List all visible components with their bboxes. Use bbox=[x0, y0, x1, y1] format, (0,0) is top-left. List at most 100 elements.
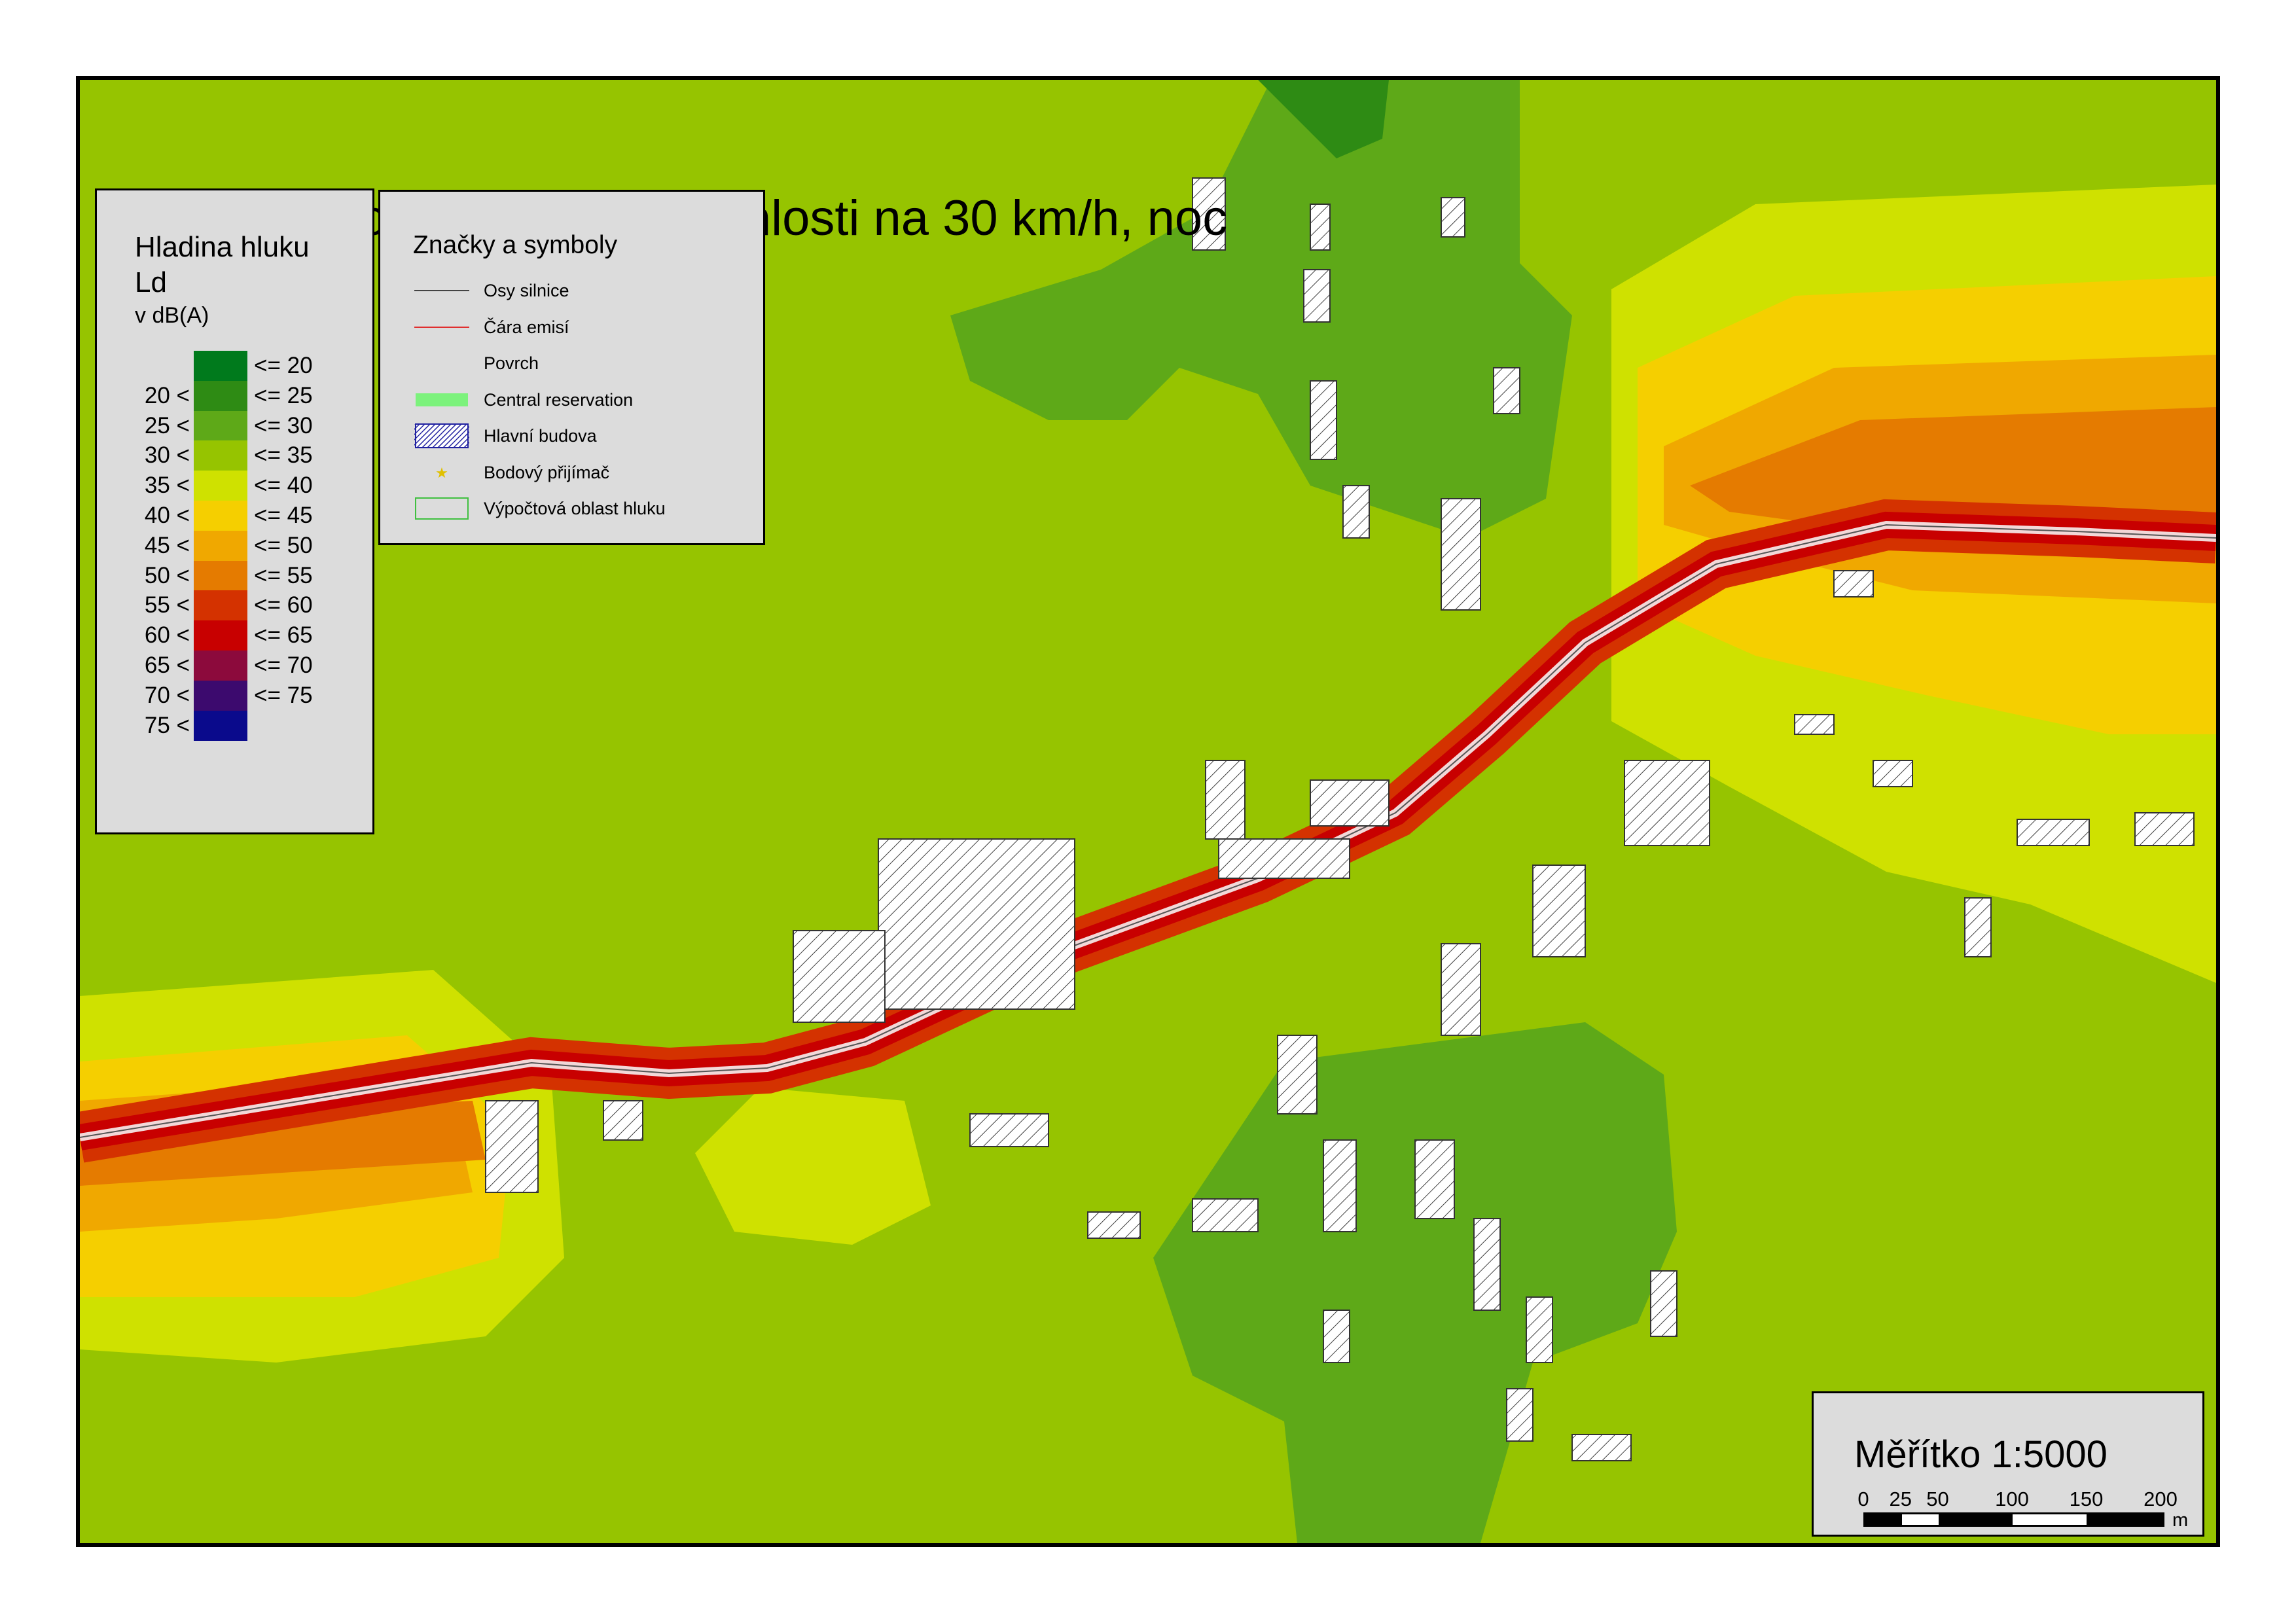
legend-row: 50 < <= 55 bbox=[97, 560, 372, 591]
legend-color-swatch bbox=[194, 410, 247, 441]
legend-row: 35 < <= 40 bbox=[97, 471, 372, 501]
building bbox=[1414, 1139, 1455, 1219]
legend-lower-bound: 75 < bbox=[144, 712, 190, 738]
building bbox=[1323, 1310, 1350, 1363]
building bbox=[1833, 570, 1874, 597]
legend-lower-bound: 60 < bbox=[144, 622, 190, 649]
legend-row: 40 < <= 45 bbox=[97, 501, 372, 531]
legend-row: 70 < <= 75 bbox=[97, 680, 372, 711]
building bbox=[603, 1100, 643, 1141]
building bbox=[1192, 1198, 1259, 1232]
none-icon bbox=[414, 350, 469, 376]
scale-segment bbox=[2087, 1514, 2162, 1525]
scale-label: Měřítko 1:5000 bbox=[1854, 1433, 2108, 1476]
legend-unit: v dB(A) bbox=[135, 303, 209, 328]
point-yellow-icon: ★ bbox=[435, 465, 448, 481]
legend-upper-bound: <= 65 bbox=[254, 622, 313, 649]
scale-segment bbox=[1902, 1514, 1939, 1525]
symbol-label: Bodový přijímač bbox=[484, 462, 610, 482]
building bbox=[878, 838, 1075, 1010]
building bbox=[1087, 1211, 1141, 1239]
legend-upper-bound: <= 70 bbox=[254, 652, 313, 678]
legend-lower-bound: 40 < bbox=[144, 503, 190, 528]
legend-color-swatch bbox=[194, 590, 247, 621]
legend-lower-bound: 65 < bbox=[144, 652, 190, 678]
legend-row: <= 20 bbox=[97, 351, 372, 381]
legend-lower-bound: 55 < bbox=[144, 592, 190, 618]
symbol-label: Čára emisí bbox=[484, 317, 569, 337]
scale-tick-label: 0 bbox=[1857, 1488, 1869, 1510]
legend-upper-bound: <= 55 bbox=[254, 562, 313, 588]
legend-lower-bound: 70 < bbox=[144, 682, 190, 708]
legend-color-swatch bbox=[194, 530, 247, 561]
legend-row: 30 < <= 35 bbox=[97, 440, 372, 471]
legend-color-swatch bbox=[194, 651, 247, 681]
legend-title: Hladina hluku bbox=[135, 231, 310, 263]
symbol-row: Osy silnice bbox=[380, 276, 760, 306]
scale-bar bbox=[1863, 1512, 2164, 1527]
line-black-icon bbox=[414, 290, 469, 291]
building bbox=[485, 1100, 539, 1193]
legend-lower-bound: 25 < bbox=[144, 412, 190, 438]
hatch-blue-icon bbox=[414, 423, 469, 448]
building bbox=[1310, 204, 1331, 251]
building bbox=[1441, 197, 1465, 238]
building bbox=[1624, 760, 1710, 846]
symbols-title: Značky a symboly bbox=[413, 231, 618, 259]
legend-color-swatch bbox=[194, 680, 247, 711]
legend-color-swatch bbox=[194, 501, 247, 531]
legend-lower-bound: 20 < bbox=[144, 382, 190, 408]
building bbox=[1532, 865, 1586, 957]
scale-segment bbox=[1939, 1514, 2013, 1525]
scale-segment bbox=[1865, 1514, 1902, 1525]
symbol-row: Čára emisí bbox=[380, 312, 760, 342]
building bbox=[1441, 498, 1481, 611]
building bbox=[1964, 897, 1992, 957]
legend-lower-bound: 30 < bbox=[144, 442, 190, 469]
legend-row: 75 < bbox=[97, 710, 372, 741]
legend-color-swatch bbox=[194, 710, 247, 741]
scale-tick-label: 150 bbox=[2069, 1488, 2104, 1510]
building bbox=[1794, 714, 1835, 735]
symbol-label: Hlavní budova bbox=[484, 426, 597, 446]
noise-level-legend: Hladina hluku Ld v dB(A) <= 20 20 < <= 25 2… bbox=[95, 188, 374, 834]
building bbox=[793, 930, 886, 1023]
building bbox=[1310, 380, 1337, 460]
svg-text:★: ★ bbox=[435, 465, 448, 481]
scale-tick-label: 200 bbox=[2144, 1488, 2178, 1510]
map-sheet: Kuchařovice, snížení rychlosti na 30 km/… bbox=[0, 0, 2296, 1623]
legend-upper-bound: <= 60 bbox=[254, 592, 313, 618]
legend-color-swatch bbox=[194, 351, 247, 381]
symbol-row: Výpočtová oblast hluku bbox=[380, 493, 760, 524]
scale-tick-label: 100 bbox=[1995, 1488, 2029, 1510]
building bbox=[1493, 367, 1520, 414]
scale-tick-label: 25 bbox=[1889, 1488, 1912, 1510]
building bbox=[1571, 1434, 1632, 1461]
legend-upper-bound: <= 45 bbox=[254, 503, 313, 528]
symbols-legend: Značky a symboly Osy silnice Čára emisí Po… bbox=[378, 190, 765, 545]
building bbox=[2134, 812, 2195, 846]
scale-unit: m bbox=[2172, 1510, 2189, 1531]
legend-color-swatch bbox=[194, 440, 247, 471]
legend-upper-bound: <= 20 bbox=[254, 353, 313, 378]
building bbox=[1526, 1296, 1553, 1363]
legend-lower-bound: 50 < bbox=[144, 562, 190, 588]
legend-row: 55 < <= 60 bbox=[97, 590, 372, 621]
symbol-label: Osy silnice bbox=[484, 281, 569, 300]
outline-green-icon bbox=[415, 497, 469, 520]
symbol-label: Výpočtová oblast hluku bbox=[484, 499, 666, 518]
building bbox=[1205, 760, 1246, 840]
scale-box: Měřítko 1:5000 0 25 50 100 150 200 m bbox=[1812, 1391, 2204, 1537]
legend-color-swatch bbox=[194, 471, 247, 501]
legend-row: 25 < <= 30 bbox=[97, 410, 372, 441]
legend-color-swatch bbox=[194, 380, 247, 411]
line-red-icon bbox=[414, 326, 469, 328]
building bbox=[1441, 943, 1481, 1036]
building bbox=[1277, 1035, 1318, 1115]
symbol-label: Central reservation bbox=[484, 389, 634, 410]
building bbox=[1310, 779, 1390, 827]
legend-row: 65 < <= 70 bbox=[97, 651, 372, 681]
legend-upper-bound: <= 40 bbox=[254, 473, 313, 499]
legend-upper-bound: <= 30 bbox=[254, 412, 313, 438]
building bbox=[1303, 269, 1331, 323]
